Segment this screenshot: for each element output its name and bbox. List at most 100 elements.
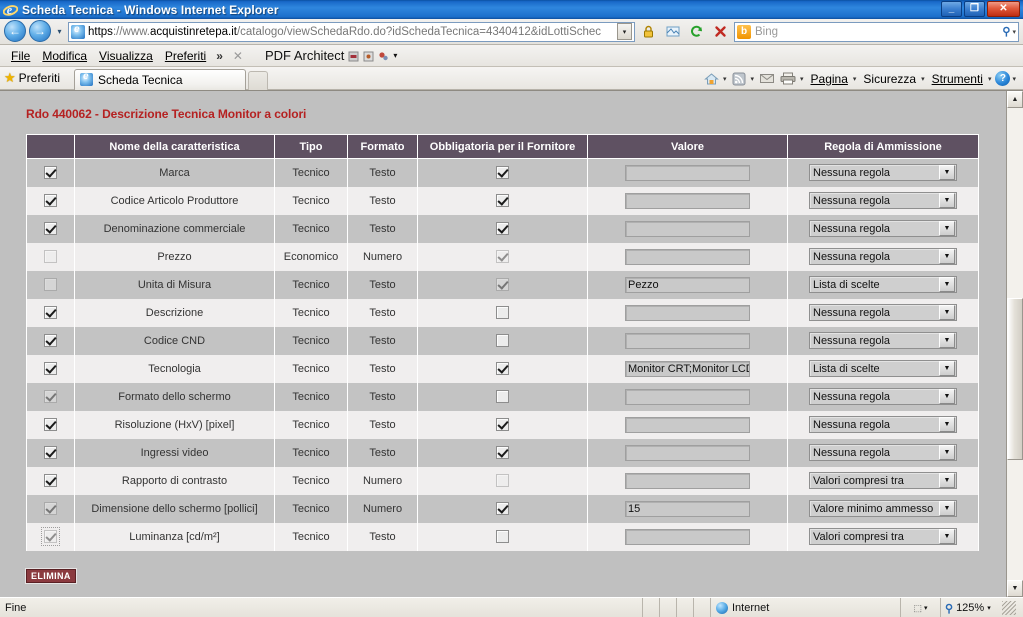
pagina-dropdown-icon[interactable]: ▾ — [852, 75, 860, 83]
chevron-down-icon[interactable]: ▼ — [939, 333, 955, 348]
obbligatoria-checkbox[interactable] — [496, 250, 509, 263]
chevron-down-icon[interactable]: ▼ — [939, 473, 955, 488]
pdf-convert-icon[interactable] — [348, 50, 359, 62]
chevron-down-icon[interactable]: ▼ — [939, 529, 955, 544]
regola-ammissione-select[interactable]: Lista di scelte ▼ — [809, 276, 957, 293]
feeds-dropdown-icon[interactable]: ▾ — [749, 75, 757, 83]
tab-scheda-tecnica[interactable]: Scheda Tecnica — [74, 68, 246, 90]
row-select-checkbox[interactable] — [41, 527, 60, 546]
protected-mode-indicator[interactable]: ⬚ ▾ — [901, 597, 941, 617]
regola-ammissione-select[interactable]: Nessuna regola ▼ — [809, 444, 957, 461]
menu-item-file[interactable]: File — [5, 48, 36, 64]
obbligatoria-checkbox[interactable] — [496, 306, 509, 319]
menu-item-preferiti[interactable]: Preferiti — [159, 48, 212, 64]
obbligatoria-checkbox[interactable] — [496, 278, 509, 291]
back-button[interactable]: ← — [4, 19, 26, 42]
valore-input[interactable] — [625, 192, 750, 209]
obbligatoria-checkbox[interactable] — [496, 446, 509, 459]
home-icon[interactable] — [702, 72, 721, 86]
obbligatoria-checkbox[interactable] — [496, 194, 509, 207]
row-select-checkbox[interactable] — [44, 418, 57, 431]
scrollbar-thumb[interactable] — [1007, 298, 1023, 460]
menu-item-visualizza[interactable]: Visualizza — [93, 48, 159, 64]
feeds-icon[interactable] — [730, 72, 748, 86]
search-icon[interactable]: ⚲ — [1002, 25, 1010, 38]
regola-ammissione-select[interactable]: Nessuna regola ▼ — [809, 416, 957, 433]
regola-ammissione-select[interactable]: Valori compresi tra ▼ — [809, 472, 957, 489]
command-sicurezza[interactable]: Sicurezza — [860, 72, 919, 86]
url-bar[interactable]: https://www.acquistinretepa.it/catalogo/… — [68, 21, 635, 42]
valore-input[interactable] — [625, 444, 750, 461]
menu-close-icon[interactable]: ✕ — [227, 49, 249, 63]
pdf-architect-dropdown-icon[interactable]: ▾ — [393, 51, 397, 60]
row-select-checkbox[interactable] — [44, 446, 57, 459]
restore-button[interactable]: ❐ — [964, 1, 985, 17]
minimize-button[interactable]: _ — [941, 1, 962, 17]
regola-ammissione-select[interactable]: Valore minimo ammesso ▼ — [809, 500, 957, 517]
valore-input[interactable]: Monitor CRT;Monitor LCD-T — [625, 360, 750, 377]
row-select-checkbox[interactable] — [44, 502, 57, 515]
chevron-down-icon[interactable]: ▼ — [939, 305, 955, 320]
obbligatoria-checkbox[interactable] — [496, 362, 509, 375]
valore-input[interactable]: 15 — [625, 500, 750, 517]
regola-ammissione-select[interactable]: Nessuna regola ▼ — [809, 304, 957, 321]
regola-ammissione-select[interactable]: Lista di scelte ▼ — [809, 360, 957, 377]
url-dropdown-button[interactable]: ▾ — [617, 23, 632, 40]
obbligatoria-checkbox[interactable] — [496, 418, 509, 431]
obbligatoria-checkbox[interactable] — [496, 166, 509, 180]
obbligatoria-checkbox[interactable] — [496, 502, 509, 515]
valore-input[interactable] — [625, 164, 750, 181]
new-tab-button[interactable] — [248, 70, 268, 90]
row-select-checkbox[interactable] — [44, 362, 57, 375]
strumenti-dropdown-icon[interactable]: ▾ — [987, 75, 995, 83]
chevron-down-icon[interactable]: ▼ — [939, 389, 955, 404]
zoom-dropdown-icon[interactable]: ▾ — [987, 604, 991, 612]
resize-grip[interactable] — [1002, 601, 1016, 615]
row-select-checkbox[interactable] — [44, 166, 57, 180]
search-box[interactable]: b Bing ⚲ ▾ — [734, 21, 1019, 42]
obbligatoria-checkbox[interactable] — [496, 222, 509, 235]
protected-mode-dropdown-icon[interactable]: ▾ — [924, 604, 928, 612]
obbligatoria-checkbox[interactable] — [496, 334, 509, 347]
close-button[interactable]: ✕ — [987, 1, 1020, 17]
scrollbar-track[interactable] — [1007, 108, 1023, 580]
valore-input[interactable]: Pezzo — [625, 276, 750, 293]
regola-ammissione-select[interactable]: Nessuna regola ▼ — [809, 164, 957, 182]
obbligatoria-checkbox[interactable] — [496, 474, 509, 487]
pdf-create-icon[interactable] — [363, 50, 374, 62]
menu-overflow-icon[interactable]: » — [212, 49, 227, 63]
sicurezza-dropdown-icon[interactable]: ▾ — [920, 75, 928, 83]
chevron-down-icon[interactable]: ▼ — [939, 417, 955, 432]
security-zone[interactable]: Internet — [711, 597, 901, 617]
chevron-down-icon[interactable]: ▼ — [939, 501, 955, 516]
print-icon[interactable] — [778, 72, 798, 85]
forward-button[interactable]: → — [29, 19, 51, 42]
regola-ammissione-select[interactable]: Nessuna regola ▼ — [809, 220, 957, 237]
scroll-down-button[interactable]: ▼ — [1007, 580, 1023, 597]
pdf-architect-toolbar[interactable]: PDF Architect ▾ — [265, 48, 397, 63]
valore-input[interactable] — [625, 528, 750, 545]
valore-input[interactable] — [625, 332, 750, 349]
refresh-icon[interactable] — [686, 21, 707, 42]
row-select-checkbox[interactable] — [44, 334, 57, 347]
chevron-down-icon[interactable]: ▼ — [939, 221, 955, 236]
help-icon[interactable]: ? — [995, 71, 1011, 86]
search-dropdown-icon[interactable]: ▾ — [1010, 28, 1016, 36]
valore-input[interactable] — [625, 304, 750, 321]
row-select-checkbox[interactable] — [44, 390, 57, 403]
chevron-down-icon[interactable]: ▼ — [939, 165, 955, 181]
chevron-down-icon[interactable]: ▼ — [939, 361, 955, 376]
help-dropdown-icon[interactable]: ▾ — [1011, 75, 1019, 83]
regola-ammissione-select[interactable]: Valori compresi tra ▼ — [809, 528, 957, 545]
row-select-checkbox[interactable] — [44, 222, 57, 235]
home-dropdown-icon[interactable]: ▾ — [722, 75, 730, 83]
page-vertical-scrollbar[interactable]: ▲ ▼ — [1006, 91, 1023, 597]
chevron-down-icon[interactable]: ▼ — [939, 249, 955, 264]
row-select-checkbox[interactable] — [44, 474, 57, 487]
row-select-checkbox[interactable] — [44, 194, 57, 207]
history-dropdown-icon[interactable]: ▾ — [54, 27, 65, 36]
favorites-button[interactable]: Preferiti — [19, 71, 60, 85]
row-select-checkbox[interactable] — [44, 278, 57, 291]
zoom-control[interactable]: ⚲ 125% ▾ — [941, 598, 1023, 617]
regola-ammissione-select[interactable]: Nessuna regola ▼ — [809, 248, 957, 265]
